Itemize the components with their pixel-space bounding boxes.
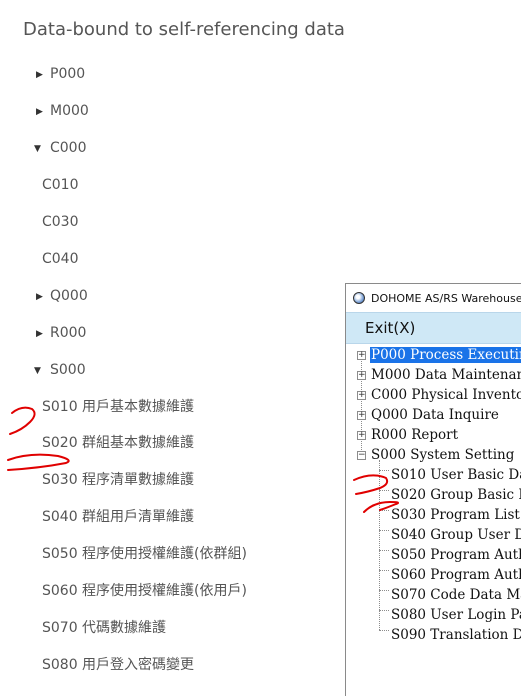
tree-node-s080[interactable]: S080 用戶登入密碼變更	[42, 655, 194, 675]
tree-node-s000[interactable]: ▼ S000	[34, 360, 86, 380]
tree-node-s040[interactable]: S040 群組用戶清單維護	[42, 507, 194, 527]
page-title: Data-bound to self-referencing data	[23, 19, 345, 40]
tree-node-c000[interactable]: ▼ C000	[34, 138, 87, 158]
window-menubar: Exit(X)	[346, 312, 521, 344]
annotation-stroke	[9, 406, 36, 435]
caret-right-icon[interactable]: ▶	[36, 287, 50, 307]
tree-node-c030[interactable]: C030	[42, 212, 79, 232]
app-logo-icon	[353, 292, 365, 304]
caret-right-icon[interactable]: ▶	[36, 102, 50, 122]
annotation-stroke	[353, 474, 389, 495]
tree-node-c040[interactable]: C040	[42, 249, 79, 269]
annotation-stroke	[7, 453, 70, 471]
caret-right-icon[interactable]: ▶	[36, 324, 50, 344]
app-window: DOHOME AS/RS Warehouse Exit(X) + + + + +…	[345, 283, 521, 696]
tree-node-m000[interactable]: ▶ M000	[36, 101, 89, 121]
tree-node-q000[interactable]: ▶ Q000	[36, 286, 88, 306]
window-titlebar[interactable]: DOHOME AS/RS Warehouse	[346, 284, 521, 312]
tree-node-s010[interactable]: S010 用戶基本數據維護	[42, 397, 194, 417]
tree-node-c010[interactable]: C010	[42, 175, 79, 195]
window-title: DOHOME AS/RS Warehouse	[371, 291, 521, 305]
tree-node-s060[interactable]: S060 程序使用授權維護(依用戶)	[42, 581, 247, 601]
annotation-stroke	[363, 500, 399, 513]
tree-node-s070[interactable]: S070 代碼數據維護	[42, 618, 166, 638]
tree-node-s050[interactable]: S050 程序使用授權維護(依群組)	[42, 544, 247, 564]
tree-node-s030[interactable]: S030 程序清單數據維護	[42, 470, 194, 490]
window-tree-view: + + + + + − P000 Process Executing M000 …	[346, 344, 521, 696]
caret-down-icon[interactable]: ▼	[34, 361, 50, 381]
caret-right-icon[interactable]: ▶	[36, 65, 50, 85]
exit-menu-item[interactable]: Exit(X)	[365, 319, 415, 337]
window-annotation-marks	[353, 474, 399, 513]
tree-node-p000[interactable]: ▶ P000	[36, 64, 85, 84]
caret-down-icon[interactable]: ▼	[34, 139, 50, 159]
tree-node-r000[interactable]: ▶ R000	[36, 323, 86, 343]
tree-node-s020[interactable]: S020 群組基本數據維護	[42, 433, 194, 453]
